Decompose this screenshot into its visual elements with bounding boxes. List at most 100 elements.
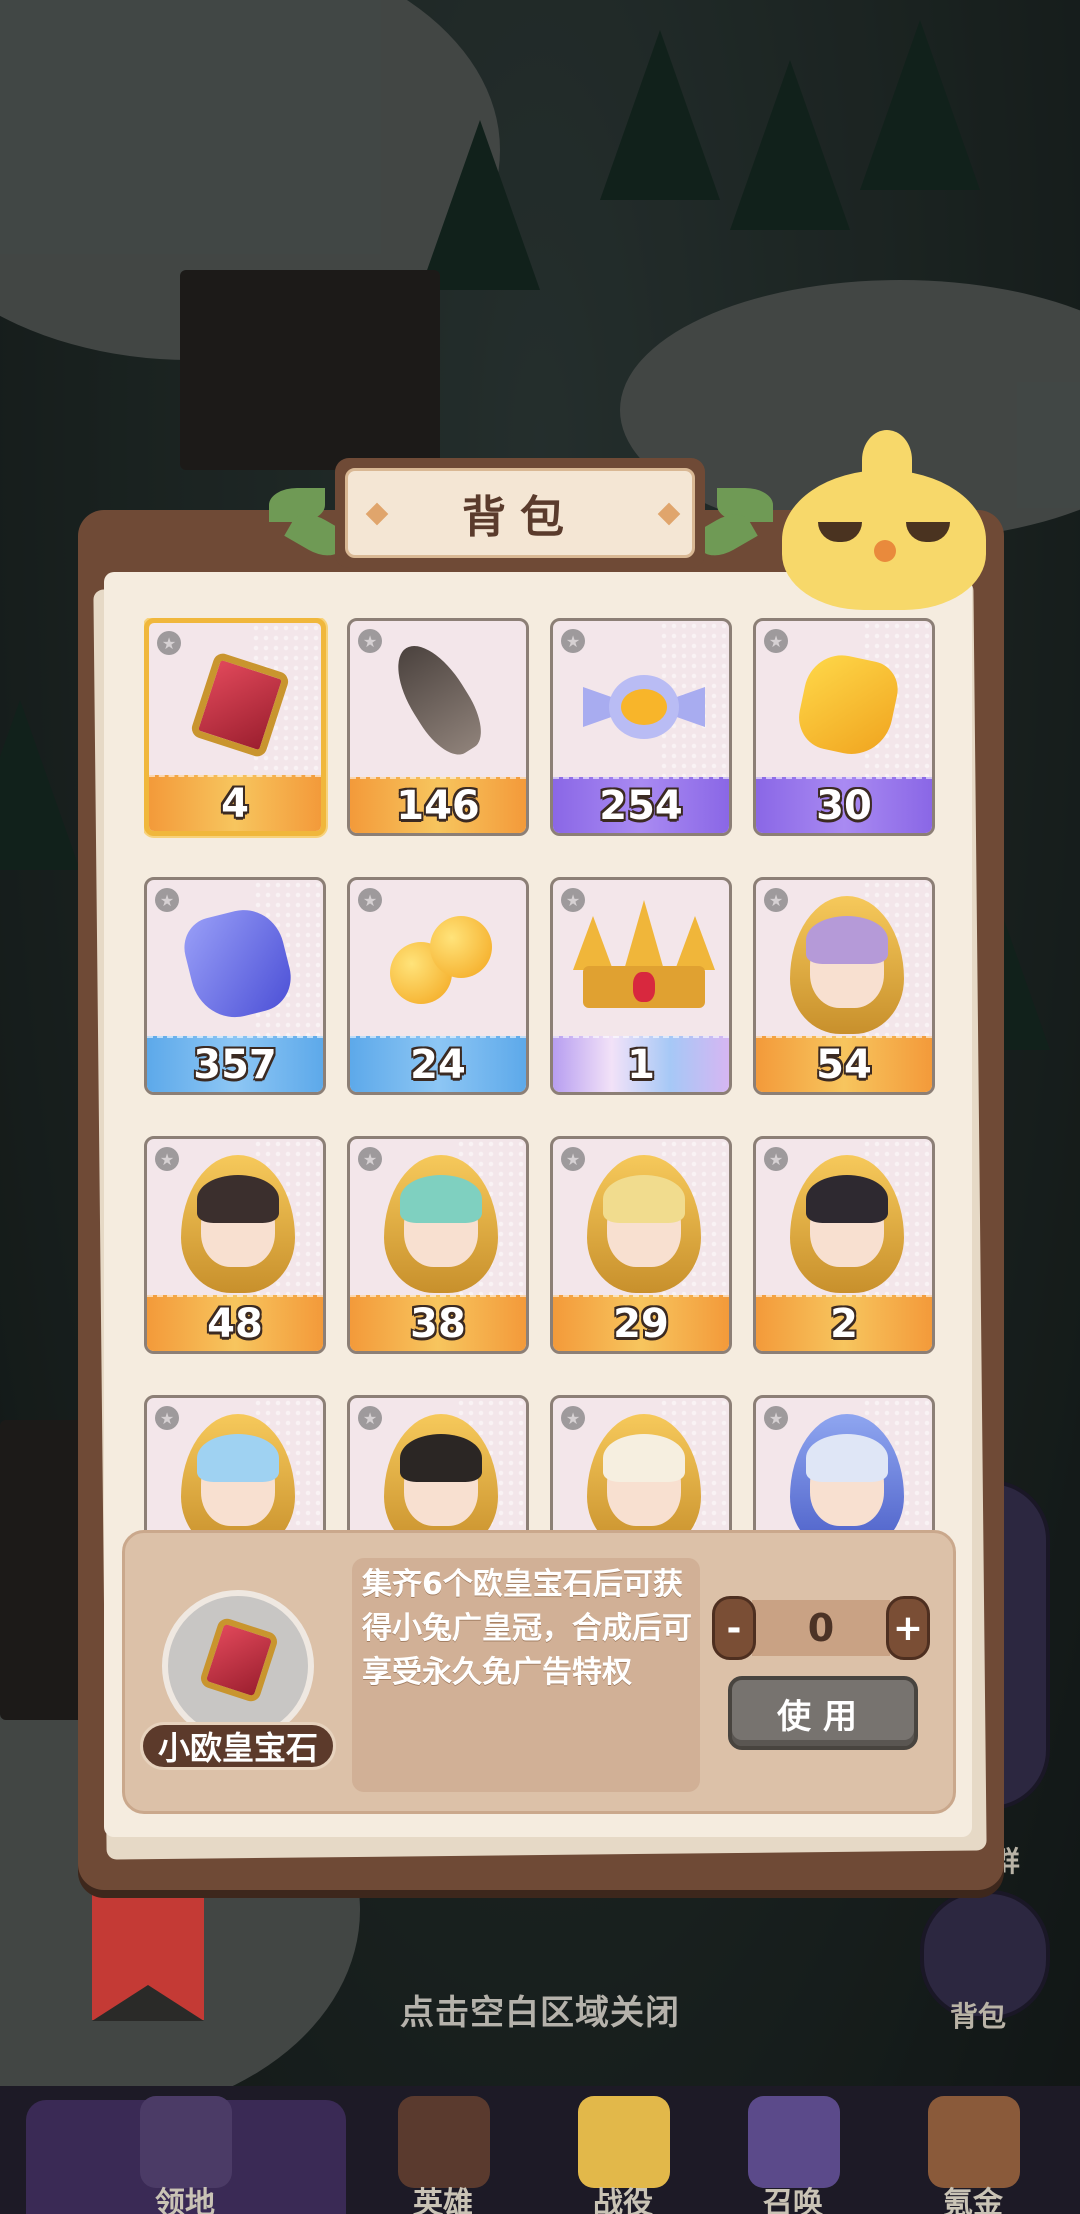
item-count: 30: [816, 783, 872, 829]
item-count: 254: [599, 783, 683, 829]
use-button[interactable]: 使用: [728, 1676, 918, 1750]
hero-hair: [400, 1175, 482, 1223]
item-slot[interactable]: ★ 48: [144, 1136, 326, 1354]
item-count: 29: [613, 1301, 669, 1347]
item-slot[interactable]: ★ 38: [347, 1136, 529, 1354]
item-count: 2: [830, 1301, 858, 1347]
rarity-star-icon: ★: [764, 888, 788, 912]
item-slot[interactable]: ★ 54: [753, 877, 935, 1095]
count-bar: 48: [147, 1295, 323, 1351]
item-slot[interactable]: ★ 29: [550, 1136, 732, 1354]
item-count: 1: [627, 1042, 655, 1088]
item-count: 24: [410, 1042, 466, 1088]
rarity-star-icon: ★: [358, 1406, 382, 1430]
count-bar: 1: [553, 1036, 729, 1092]
count-bar: 24: [350, 1036, 526, 1092]
nav-label: 战役: [593, 2186, 653, 2214]
quantity-stepper[interactable]: 0 - +: [712, 1596, 930, 1660]
item-slot[interactable]: ★: [144, 1395, 326, 1530]
nav-label: 召唤: [763, 2186, 823, 2214]
nav-icon: [748, 2096, 840, 2188]
rarity-star-icon: ★: [561, 1406, 585, 1430]
nav-icon: [928, 2096, 1020, 2188]
rarity-star-icon: ★: [358, 629, 382, 653]
hero-hair: [197, 1175, 279, 1223]
count-bar: 146: [350, 777, 526, 833]
item-slot[interactable]: ★ 4: [144, 618, 326, 836]
count-bar: 254: [553, 777, 729, 833]
panel-title: 背包: [462, 492, 578, 543]
gold-bean-shape: [390, 916, 494, 1010]
rarity-star-icon: ★: [358, 888, 382, 912]
panel-title-banner: 背包: [265, 448, 775, 568]
rarity-star-icon: ★: [155, 1406, 179, 1430]
red-gem-icon: [198, 1616, 280, 1704]
item-grid[interactable]: ★ 4 ★ 146 ★ 254 ★ 30 ★ 357 ★ 24 ★ 1 ★ 54 ★ 48 ★ 38 ★ 29 ★ 2 ★ ★ ★ ★: [144, 618, 936, 1530]
decrement-button[interactable]: -: [712, 1596, 756, 1660]
item-slot[interactable]: ★ 254: [550, 618, 732, 836]
count-bar: 357: [147, 1036, 323, 1092]
nav-icon: [578, 2096, 670, 2188]
item-count: 48: [207, 1301, 263, 1347]
hero-hair: [197, 1434, 279, 1482]
nav-label: 氪金: [943, 2186, 1003, 2214]
count-bar: 54: [756, 1036, 932, 1092]
nav-item[interactable]: 领地: [110, 2096, 260, 2214]
nav-icon: [140, 2096, 232, 2188]
title-inner: 背包: [345, 468, 695, 558]
item-slot[interactable]: ★: [753, 1395, 935, 1530]
hero-hair: [806, 1175, 888, 1223]
nav-item[interactable]: 召唤: [718, 2096, 868, 2214]
close-hint: 点击空白区域关闭: [400, 1993, 680, 2033]
rarity-star-icon: ★: [155, 888, 179, 912]
selected-item-name: 小欧皇宝石: [140, 1722, 336, 1770]
hero-hair: [806, 916, 888, 964]
nav-icon: [398, 2096, 490, 2188]
rarity-star-icon: ★: [561, 629, 585, 653]
nav-item[interactable]: 战役: [548, 2096, 698, 2214]
nav-label: 领地: [155, 2186, 215, 2214]
rarity-star-icon: ★: [764, 629, 788, 653]
hero-hair: [400, 1434, 482, 1482]
count-bar: 4: [149, 775, 321, 831]
selected-item-icon: [162, 1590, 314, 1742]
item-slot[interactable]: ★ 30: [753, 618, 935, 836]
feather-shape: [382, 633, 494, 765]
item-count: 38: [410, 1301, 466, 1347]
count-bar: 30: [756, 777, 932, 833]
chick-mascot: [782, 430, 986, 610]
count-bar: 38: [350, 1295, 526, 1351]
item-slot[interactable]: ★ 24: [347, 877, 529, 1095]
chick-beak: [874, 540, 896, 562]
item-slot[interactable]: ★: [550, 1395, 732, 1530]
item-slot[interactable]: ★ 146: [347, 618, 529, 836]
item-slot[interactable]: ★ 2: [753, 1136, 935, 1354]
candy-shape: [583, 675, 705, 739]
rarity-star-icon: ★: [764, 1147, 788, 1171]
nav-item[interactable]: 氪金: [898, 2096, 1048, 2214]
count-bar: 29: [553, 1295, 729, 1351]
increment-button[interactable]: +: [886, 1596, 930, 1660]
item-slot[interactable]: ★: [347, 1395, 529, 1530]
rarity-star-icon: ★: [561, 1147, 585, 1171]
nav-item[interactable]: 英雄: [368, 2096, 518, 2214]
hero-hair: [806, 1434, 888, 1482]
rarity-star-icon: ★: [358, 1147, 382, 1171]
crown-shape: [573, 900, 715, 1020]
item-count: 54: [816, 1042, 872, 1088]
rarity-star-icon: ★: [157, 631, 181, 655]
item-count: 357: [193, 1042, 277, 1088]
hero-hair: [603, 1434, 685, 1482]
count-bar: 2: [756, 1295, 932, 1351]
rarity-star-icon: ★: [764, 1406, 788, 1430]
item-description: 集齐6个欧皇宝石后可获得小兔广皇冠，合成后可享受永久免广告特权: [362, 1567, 692, 1690]
item-slot[interactable]: ★ 357: [144, 877, 326, 1095]
item-slot[interactable]: ★ 1: [550, 877, 732, 1095]
quantity-value[interactable]: 0: [752, 1600, 890, 1656]
nav-label: 英雄: [413, 2186, 473, 2214]
hero-hair: [603, 1175, 685, 1223]
rarity-star-icon: ★: [155, 1147, 179, 1171]
rarity-star-icon: ★: [561, 888, 585, 912]
item-count: 146: [396, 783, 480, 829]
item-count: 4: [221, 781, 249, 827]
